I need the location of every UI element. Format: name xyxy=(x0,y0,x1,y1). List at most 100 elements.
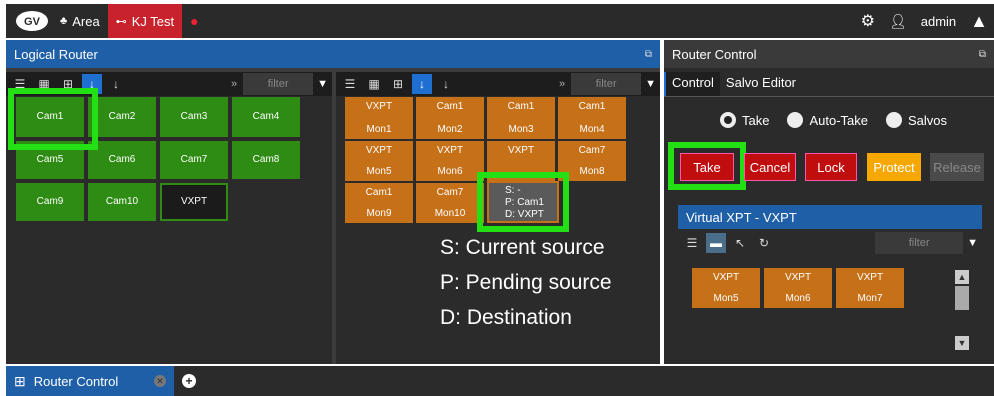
location-pin-icon[interactable]: ● xyxy=(182,4,206,38)
scrollbar-thumb[interactable] xyxy=(955,286,969,310)
cancel-button[interactable]: Cancel xyxy=(744,153,796,181)
source-tile[interactable]: Cam8 xyxy=(232,141,300,179)
pending-current-source: S: - xyxy=(505,185,521,196)
auto-take-radio[interactable]: Auto-Take xyxy=(787,112,868,128)
source-label: Cam7 xyxy=(180,154,208,165)
area-menu[interactable]: ♣ Area xyxy=(52,4,108,38)
legend-pending-source: P: Pending source xyxy=(440,271,612,294)
tile-view-icon[interactable]: ▦ xyxy=(364,74,384,94)
source-tile[interactable]: Cam3 xyxy=(160,97,228,137)
scroll-up-icon[interactable]: ▲ xyxy=(955,270,969,284)
legend-current-source: S: Current source xyxy=(440,236,605,259)
source-tile[interactable]: Cam9 xyxy=(16,183,84,221)
sort-asc-icon[interactable]: ↓ xyxy=(412,74,432,94)
source-label: Cam8 xyxy=(252,154,280,165)
router-control-tabs: Control Salvo Editor xyxy=(664,72,802,96)
destination-label: Mon9 xyxy=(366,208,392,219)
virtual-xpt-tile[interactable]: VXPT Mon5 xyxy=(692,268,760,308)
maximize-icon[interactable]: ⧉ xyxy=(979,49,986,60)
source-tile[interactable]: Cam10 xyxy=(88,183,156,221)
tab-router-control[interactable]: ⊞ Router Control ✕ xyxy=(6,366,174,396)
radio-dot xyxy=(787,112,804,128)
user-name[interactable]: admin xyxy=(921,14,956,29)
source-tile[interactable]: VXPT xyxy=(160,183,228,221)
destination-tile[interactable]: VXPT Mon5 xyxy=(345,141,413,181)
tabs-divider xyxy=(664,96,994,97)
sources-filter-input[interactable]: filter xyxy=(243,73,314,95)
tab-salvo-editor[interactable]: Salvo Editor xyxy=(720,72,802,96)
filter-funnel-icon[interactable]: ▼ xyxy=(645,78,656,90)
take-radio-label: Take xyxy=(742,112,770,128)
destination-source-label: VXPT xyxy=(365,145,393,156)
grid-icon: ⊞ xyxy=(14,372,26,389)
destination-source-label: VXPT xyxy=(507,145,535,156)
radio-dot-selected xyxy=(720,112,736,128)
kj-test-menu[interactable]: ⊷ KJ Test xyxy=(107,4,183,38)
refresh-icon[interactable]: ↻ xyxy=(754,233,774,253)
vxpt-source-label: VXPT xyxy=(712,272,740,283)
router-control-header: Router Control ⧉ xyxy=(664,40,994,68)
list-view-icon[interactable]: ☰ xyxy=(682,233,702,253)
source-tile[interactable]: Cam7 xyxy=(160,141,228,179)
filter-funnel-icon[interactable]: ▼ xyxy=(967,237,978,249)
add-tab-icon[interactable]: + xyxy=(182,374,196,388)
list-view-icon[interactable]: ☰ xyxy=(340,74,360,94)
expand-chevron-icon[interactable]: » xyxy=(559,78,565,90)
virtual-xpt-header: Virtual XPT - VXPT xyxy=(678,205,982,229)
destination-tile[interactable]: Cam1 Mon9 xyxy=(345,183,413,223)
destination-source-label: VXPT xyxy=(365,101,393,112)
destination-tile[interactable]: Cam1 Mon4 xyxy=(558,97,626,139)
take-radio[interactable]: Take xyxy=(720,112,769,128)
source-label: VXPT xyxy=(180,196,208,207)
release-button[interactable]: Release xyxy=(930,153,984,181)
gear-icon[interactable]: ⚙ xyxy=(861,11,875,31)
top-bar: GV ♣ Area ⊷ KJ Test ● ⚙ 👤︎ admin ▲ xyxy=(6,4,994,38)
source-label: Cam10 xyxy=(105,196,139,207)
protect-button[interactable]: Protect xyxy=(867,153,921,181)
destination-tile[interactable]: Cam1 Mon2 xyxy=(416,97,484,139)
take-button[interactable]: Take xyxy=(680,153,734,181)
scroll-down-icon[interactable]: ▼ xyxy=(955,336,969,350)
destination-tile[interactable]: VXPT Mon6 xyxy=(416,141,484,181)
grass-valley-logo-icon[interactable]: GV xyxy=(12,8,52,34)
router-control-tab-label: Router Control xyxy=(33,373,119,389)
source-tile[interactable]: Cam2 xyxy=(88,97,156,137)
destination-label: Mon3 xyxy=(508,124,534,135)
selected-source-highlight xyxy=(8,88,98,150)
destination-tile[interactable]: VXPT Mon1 xyxy=(345,97,413,139)
source-tile[interactable]: Cam4 xyxy=(232,97,300,137)
legend-destination: D: Destination xyxy=(440,306,572,329)
salvos-radio[interactable]: Salvos xyxy=(886,112,947,128)
virtual-xpt-filter-input[interactable]: filter xyxy=(875,232,964,254)
pending-source: P: Cam1 xyxy=(505,197,544,208)
user-icon[interactable]: 👤︎ xyxy=(889,13,907,30)
destination-label: Mon5 xyxy=(366,166,392,177)
destination-label: Mon4 xyxy=(579,124,605,135)
tile-view-icon[interactable]: ▬ xyxy=(706,233,726,253)
destination-tile[interactable]: Cam7 Mon10 xyxy=(416,183,484,223)
source-tile[interactable]: Cam6 xyxy=(88,141,156,179)
routing-icon: ⊷ xyxy=(115,15,127,28)
alert-icon[interactable]: ▲ xyxy=(970,11,988,32)
cursor-icon[interactable]: ↖ xyxy=(730,233,750,253)
maximize-icon[interactable]: ⧉ xyxy=(645,49,652,60)
pending-destination-tile[interactable]: S: - P: Cam1 D: VXPT xyxy=(487,181,559,223)
take-mode-radios: Take Auto-Take Salvos xyxy=(720,112,947,128)
virtual-xpt-tile[interactable]: VXPT Mon7 xyxy=(836,268,904,308)
filter-funnel-icon[interactable]: ▼ xyxy=(317,78,328,90)
sort-desc-icon[interactable]: ↓ xyxy=(436,74,456,94)
virtual-xpt-tile[interactable]: VXPT Mon6 xyxy=(764,268,832,308)
sort-desc-icon[interactable]: ↓ xyxy=(106,74,126,94)
vxpt-source-label: VXPT xyxy=(784,272,812,283)
destination-source-label: Cam1 xyxy=(578,101,606,112)
grid-view-icon[interactable]: ⊞ xyxy=(388,74,408,94)
destination-source-label: VXPT xyxy=(436,145,464,156)
tab-control[interactable]: Control xyxy=(664,72,720,96)
destination-label: Mon2 xyxy=(437,124,463,135)
close-icon[interactable]: ✕ xyxy=(154,375,166,387)
destination-tile[interactable]: Cam1 Mon3 xyxy=(487,97,555,139)
destinations-filter-input[interactable]: filter xyxy=(571,73,642,95)
expand-chevron-icon[interactable]: » xyxy=(231,78,237,90)
salvos-radio-label: Salvos xyxy=(908,112,948,128)
lock-button[interactable]: Lock xyxy=(805,153,857,181)
